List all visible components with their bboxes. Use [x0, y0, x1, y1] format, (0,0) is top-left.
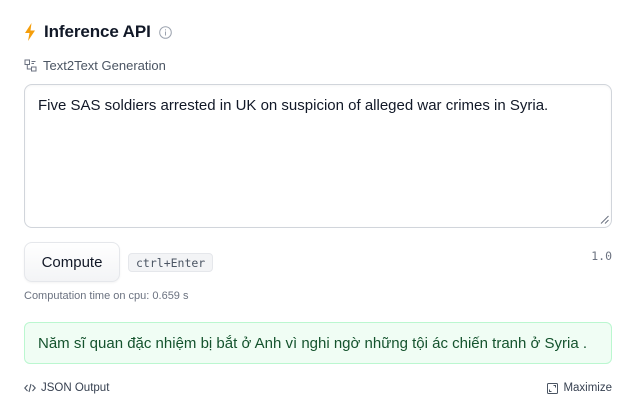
output-result: Năm sĩ quan đặc nhiệm bị bắt ở Anh vì ng…	[24, 322, 612, 364]
task-type: Text2Text Generation	[24, 56, 166, 74]
maximize-label: Maximize	[563, 382, 612, 394]
maximize-button[interactable]: Maximize	[547, 380, 612, 396]
json-output-label: JSON Output	[41, 382, 110, 394]
keyboard-shortcut: ctrl+Enter	[128, 253, 214, 272]
json-output-link[interactable]: JSON Output	[24, 380, 109, 396]
task-label: Text2Text Generation	[43, 57, 166, 73]
code-icon	[24, 383, 36, 393]
widget-header: Inference API	[24, 20, 172, 44]
resize-handle-icon[interactable]	[600, 215, 609, 224]
input-textarea[interactable]: Five SAS soldiers arrested in UK on susp…	[24, 84, 612, 228]
widget-title: Inference API	[44, 22, 151, 41]
maximize-icon	[547, 382, 559, 394]
info-icon[interactable]	[158, 25, 172, 39]
task-icon	[24, 59, 37, 71]
computation-time: Computation time on cpu: 0.659 s	[24, 290, 189, 302]
compute-button[interactable]: Compute	[24, 242, 120, 282]
lightning-bolt-icon	[25, 23, 35, 41]
version-label: 1.0	[591, 249, 612, 263]
